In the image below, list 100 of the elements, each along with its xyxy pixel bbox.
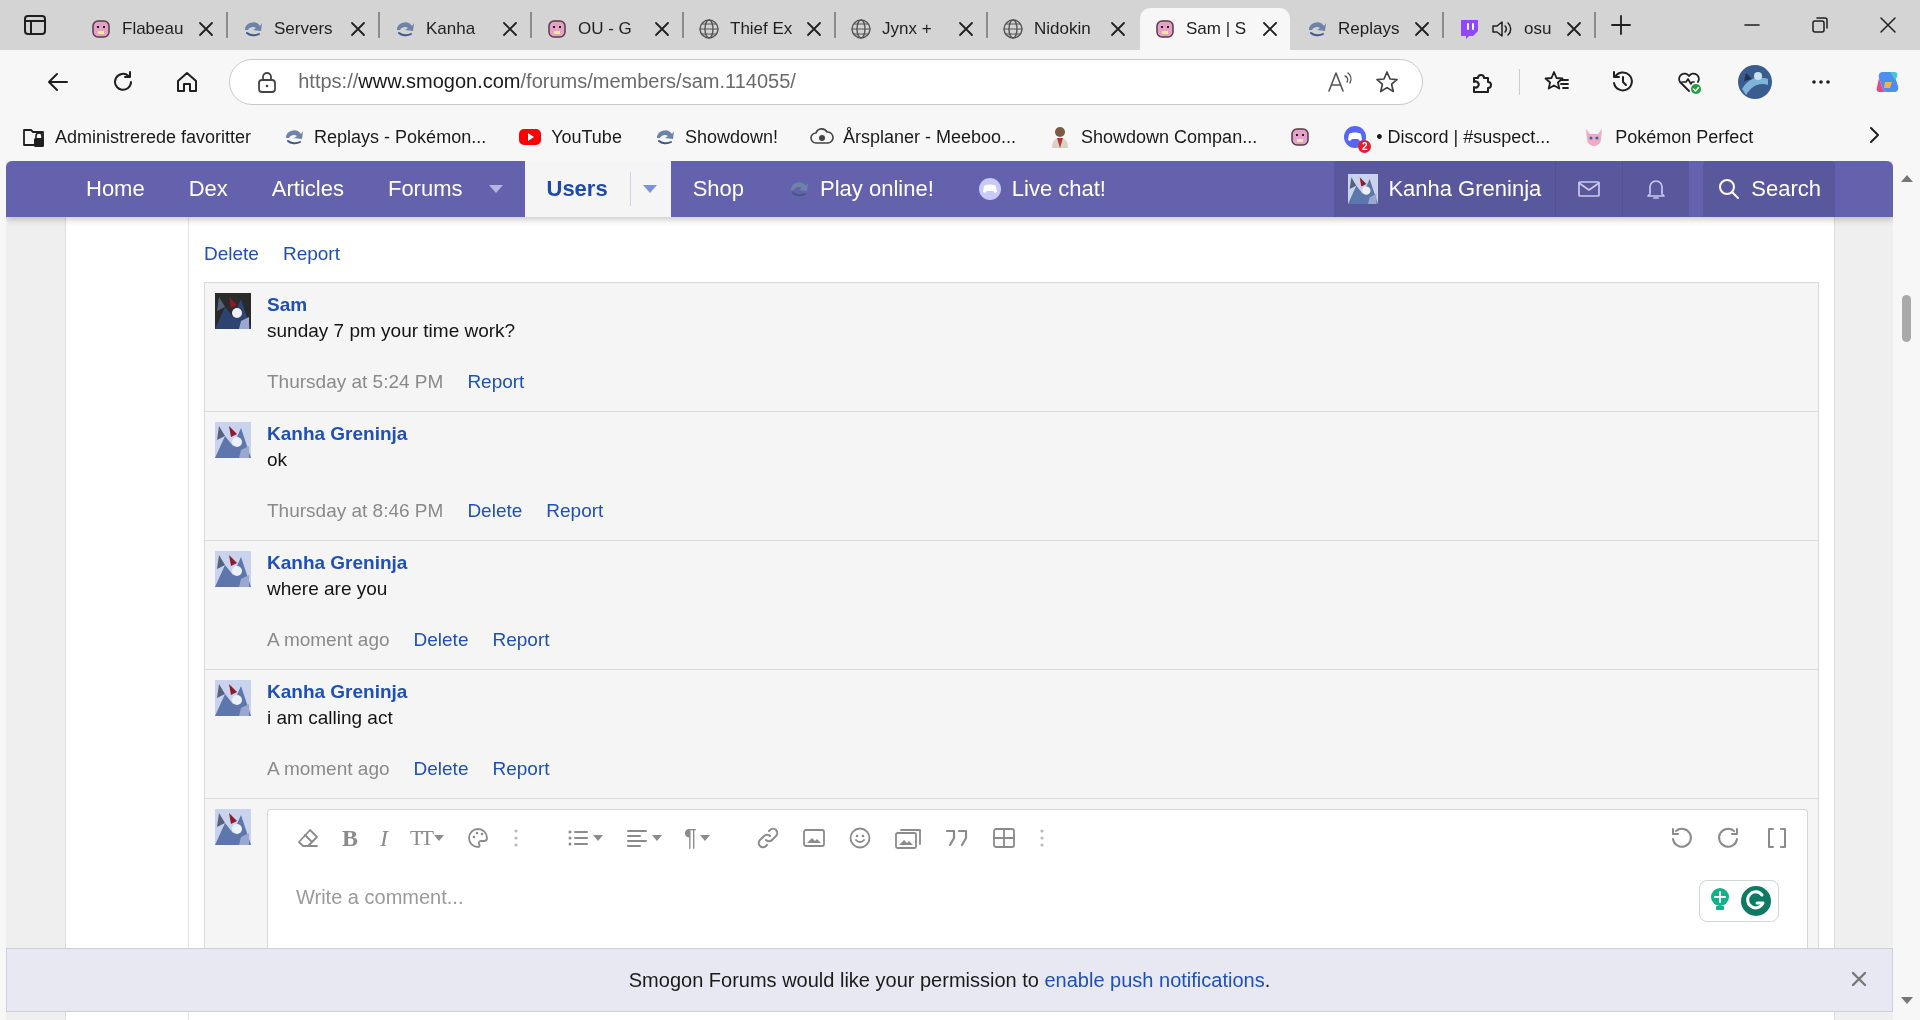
close-icon[interactable]: [1566, 21, 1582, 37]
browser-tab[interactable]: osu: [1444, 8, 1594, 50]
notification-badge: 2: [1358, 140, 1372, 153]
browser-tab[interactable]: Flabeau: [76, 8, 226, 50]
action-link[interactable]: Delete: [413, 756, 469, 782]
close-icon[interactable]: [1414, 21, 1430, 37]
action-link[interactable]: Delete: [204, 241, 259, 267]
author-link[interactable]: Kanha Greninja: [267, 551, 408, 575]
link-icon[interactable]: [755, 826, 780, 850]
close-icon[interactable]: [958, 21, 974, 37]
close-icon[interactable]: [350, 21, 366, 37]
nav-tab[interactable]: Articles: [249, 161, 366, 217]
creature-icon: [1289, 126, 1312, 148]
action-link[interactable]: Delete: [413, 627, 469, 653]
action-link[interactable]: Report: [467, 369, 525, 395]
sidebar-icon[interactable]: [23, 13, 47, 37]
scrollbar-thumb[interactable]: [1902, 295, 1911, 342]
new-tab-icon[interactable]: [1610, 14, 1632, 36]
browser-tab[interactable]: Sam | S: [1140, 8, 1290, 50]
redo-icon[interactable]: [1717, 826, 1741, 850]
browser-tab[interactable]: Replays: [1292, 8, 1442, 50]
action-link[interactable]: Delete: [467, 498, 523, 524]
close-icon[interactable]: [1110, 21, 1126, 37]
lock-icon: [256, 69, 279, 94]
globe-icon: [698, 18, 720, 40]
nav-tab[interactable]: Shop: [670, 161, 767, 217]
fullscreen-icon[interactable]: [1765, 826, 1789, 850]
timestamp: A moment ago: [267, 628, 390, 652]
image-icon[interactable]: [801, 826, 826, 850]
search-icon: [1717, 177, 1742, 201]
search-button[interactable]: Search: [1703, 161, 1835, 217]
bookmark[interactable]: Showdown Compan...: [1044, 121, 1262, 153]
mail-icon[interactable]: [1577, 179, 1602, 199]
creature-icon: [1154, 18, 1176, 40]
nav-tab[interactable]: Live chat!: [955, 161, 1128, 217]
timestamp: A moment ago: [267, 757, 390, 781]
action-link[interactable]: Report: [282, 241, 340, 267]
scroll-down-icon[interactable]: [1899, 996, 1914, 1006]
bell-icon[interactable]: [1645, 177, 1668, 201]
circle-logo-icon[interactable]: [1740, 885, 1772, 917]
undo-icon[interactable]: [1669, 826, 1693, 850]
close-icon[interactable]: [806, 21, 822, 37]
author-link[interactable]: Kanha Greninja: [267, 680, 408, 704]
caret-icon[interactable]: [642, 185, 657, 193]
browser-tab[interactable]: Servers: [228, 8, 378, 50]
browser-tab[interactable]: Kanha: [380, 8, 530, 50]
nav-tab[interactable]: Home: [64, 161, 167, 217]
bookmark[interactable]: Replays - Pokémon...: [279, 122, 491, 152]
nav-tab[interactable]: Play online!: [766, 161, 956, 217]
comment-text: where are you: [267, 577, 389, 601]
globe-icon: [1002, 18, 1024, 40]
placeholder-text: Write a comment...: [296, 886, 464, 909]
author-link[interactable]: Kanha Greninja: [267, 422, 408, 446]
restore-icon[interactable]: [1810, 15, 1830, 35]
bookmark[interactable]: YouTube: [514, 121, 626, 153]
profile-avatar[interactable]: [1738, 64, 1772, 99]
comment-text: ok: [267, 448, 289, 472]
smiley-icon[interactable]: [847, 826, 872, 850]
timestamp: Thursday at 8:46 PM: [267, 499, 444, 523]
eraser-icon[interactable]: [296, 826, 320, 850]
action-link[interactable]: Report: [492, 627, 550, 653]
comment-text: i am calling act: [267, 706, 394, 730]
close-icon[interactable]: [1262, 21, 1278, 37]
table-icon[interactable]: [991, 826, 1016, 850]
close-icon[interactable]: [198, 21, 214, 37]
chat-bubble-icon: [1458, 18, 1480, 40]
bookmark[interactable]: Pokémon Perfect: [1578, 121, 1758, 153]
creature-icon: [546, 18, 568, 40]
star-icon[interactable]: [1374, 68, 1400, 95]
bookmark[interactable]: Showdown!: [649, 122, 782, 152]
browser-tab[interactable]: Nidokin: [988, 8, 1138, 50]
bookmark[interactable]: 2 • Discord | #suspect...: [1339, 121, 1555, 153]
user-menu[interactable]: Kanha Greninja: [1334, 161, 1556, 217]
gallery-icon[interactable]: [893, 826, 922, 850]
caret-icon[interactable]: [488, 185, 503, 193]
action-link[interactable]: Report: [546, 498, 604, 524]
close-icon[interactable]: [654, 21, 670, 37]
close-icon[interactable]: [502, 21, 518, 37]
browser-tab[interactable]: Thief Ex: [684, 8, 834, 50]
close-icon[interactable]: [1878, 15, 1898, 35]
game-controller-icon: [977, 177, 1002, 201]
address-bar[interactable]: https://www.smogon.com/forums/members/sam.114055/: [229, 58, 1423, 105]
browser-tab[interactable]: OU - G: [532, 8, 682, 50]
nav-tab[interactable]: Dex: [166, 161, 250, 217]
nav-tab[interactable]: Forums: [365, 161, 525, 217]
permission-message: Smogon Forums would like your permission to enable push notifications.: [628, 968, 1271, 992]
action-link[interactable]: Report: [492, 756, 550, 782]
palette-icon[interactable]: [465, 826, 490, 850]
url-text: https://www.smogon.com/forums/members/sam.114055/: [298, 70, 797, 93]
author-link[interactable]: Sam: [267, 293, 308, 317]
timestamp: Thursday at 5:24 PM: [267, 370, 444, 394]
globe-icon: [850, 18, 872, 40]
game-controller-icon: [1343, 125, 1368, 149]
scroll-up-icon[interactable]: [1899, 173, 1914, 183]
creature-icon: [90, 18, 112, 40]
bookmark[interactable]: Årsplaner - Meeboo...: [805, 121, 1021, 153]
browser-tab[interactable]: Jynx +: [836, 8, 986, 50]
bookmark[interactable]: Administrerede favoritter: [18, 121, 256, 153]
notifications-link[interactable]: enable push notifications: [1044, 968, 1265, 991]
nav-tab[interactable]: Users: [524, 161, 671, 217]
